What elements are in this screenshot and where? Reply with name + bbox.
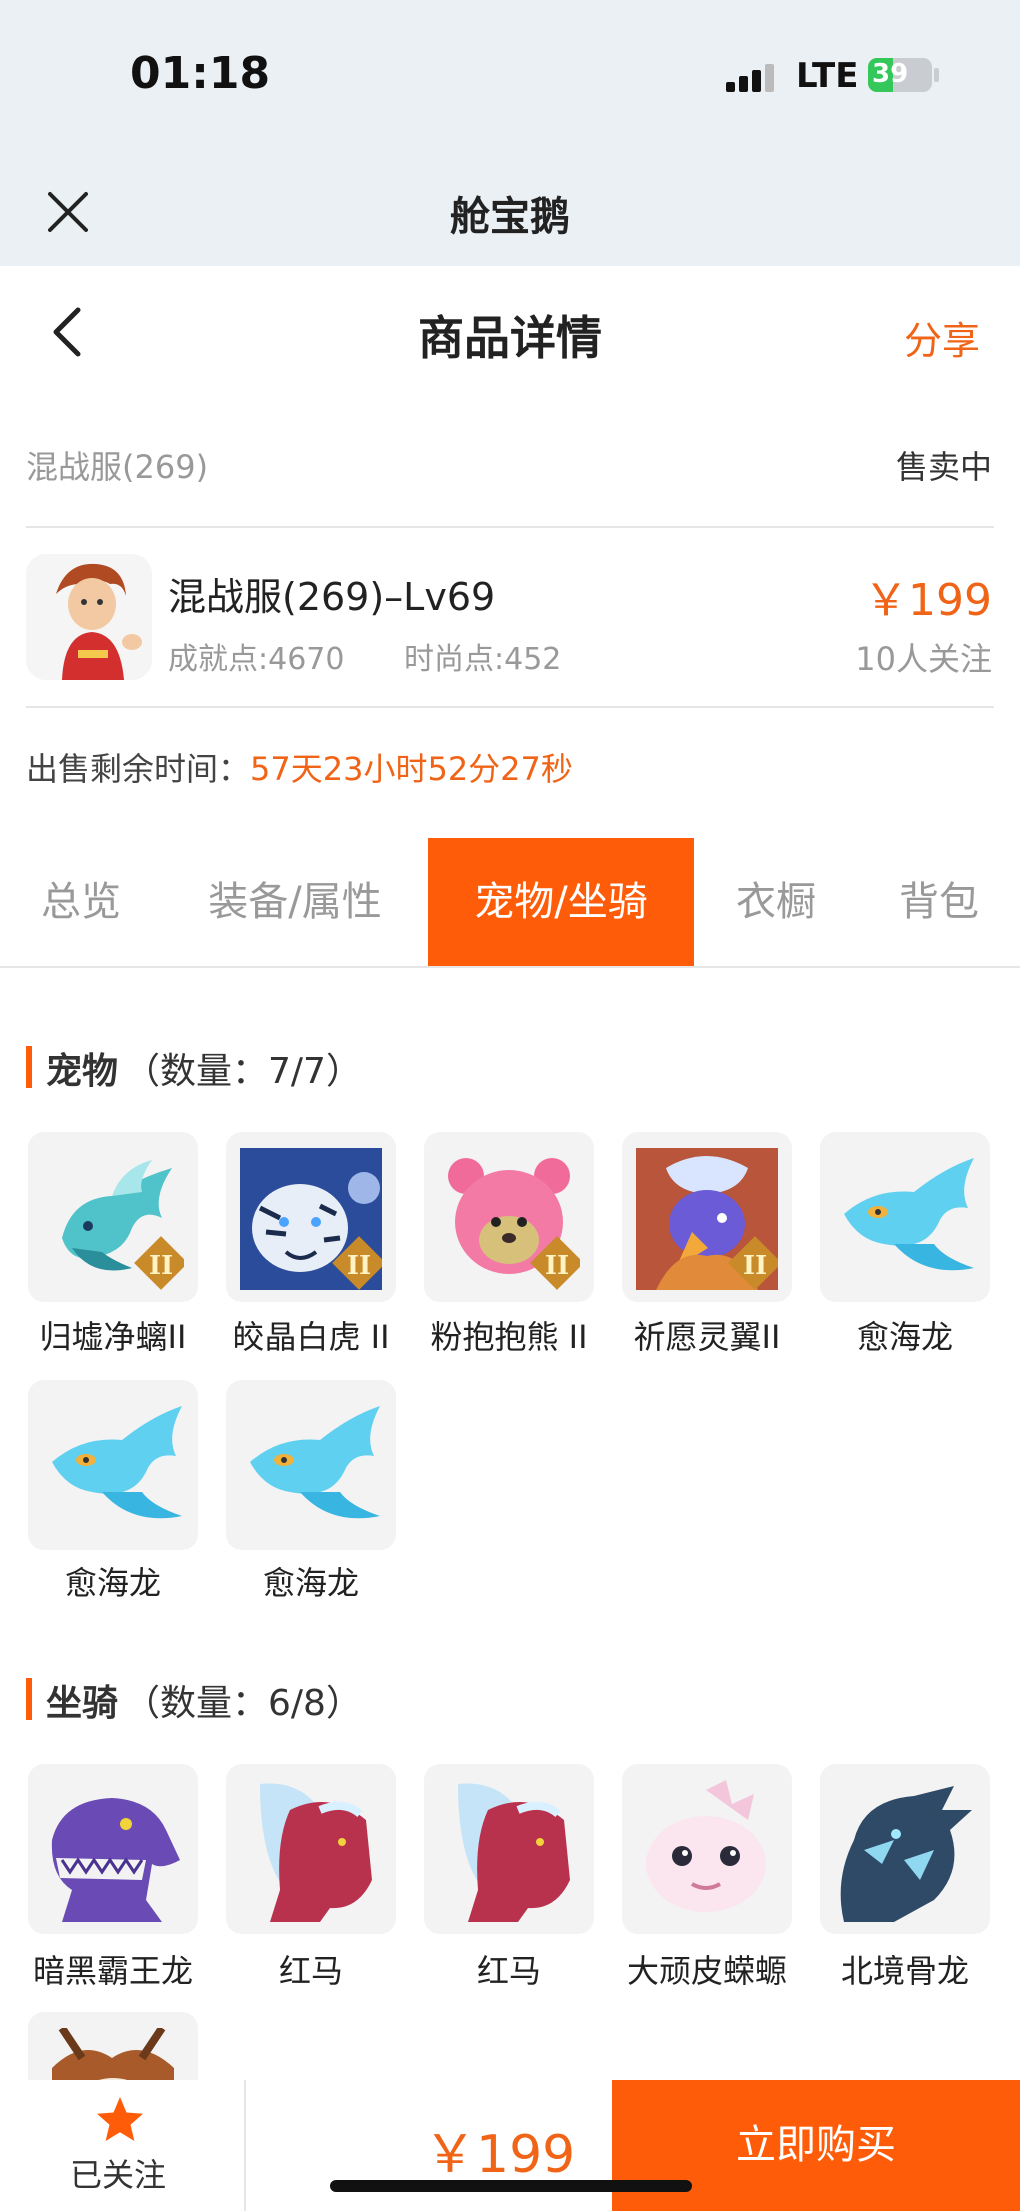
section-accent-bar	[26, 1046, 32, 1088]
sale-status: 售卖中	[895, 448, 992, 486]
follow-button[interactable]: 已关注	[70, 2150, 166, 2196]
status-time: 01:18	[130, 48, 271, 99]
pet-name: 愈海龙	[856, 1318, 953, 1356]
battery-cap	[934, 68, 939, 82]
mount-name: 暗黑霸王龙	[32, 1952, 193, 1990]
signal-icon	[726, 62, 778, 92]
pet-card[interactable]: II	[28, 1132, 198, 1302]
bottom-price: ￥199	[424, 2125, 576, 2185]
server-name: 混战服(269)	[26, 448, 209, 486]
mount-name: 北境骨龙	[840, 1952, 969, 1990]
pet-card[interactable]	[226, 1380, 396, 1550]
pets-count: （数量：7/7）	[124, 1051, 362, 1092]
character-avatar	[26, 554, 152, 680]
mounts-title: 坐骑	[46, 1683, 119, 1724]
achievement-points: 成就点:4670	[168, 642, 345, 677]
remaining-time: 出售剩余时间：57天23小时52分27秒	[26, 744, 573, 790]
pet-card[interactable]	[820, 1132, 990, 1302]
tab-equipment[interactable]: 装备/属性	[162, 838, 428, 966]
star-icon[interactable]	[94, 2094, 146, 2146]
remaining-value: 57天23小时52分27秒	[250, 750, 573, 788]
mounts-count: （数量：6/8）	[124, 1683, 362, 1724]
mount-image	[458, 1783, 570, 1922]
tab-pets-mounts[interactable]: 宠物/坐骑	[428, 838, 694, 966]
pet-image: II	[636, 1148, 778, 1290]
pet-name: 祈愿灵翼II	[633, 1318, 781, 1356]
divider	[26, 706, 994, 708]
divider	[26, 526, 994, 528]
share-button[interactable]: 分享	[904, 310, 980, 365]
pet-card[interactable]: II	[424, 1132, 594, 1302]
pet-name: 愈海龙	[64, 1564, 161, 1602]
item-price: ￥199	[864, 575, 992, 626]
mount-card[interactable]	[424, 1764, 594, 1934]
svg-text:II: II	[545, 1251, 569, 1281]
page-title: 商品详情	[418, 311, 602, 365]
follower-count: 10人关注	[855, 640, 992, 678]
home-indicator[interactable]	[330, 2180, 692, 2192]
mount-card[interactable]	[820, 1764, 990, 1934]
svg-text:II: II	[149, 1251, 173, 1281]
item-name: 混战服(269)–Lv69	[168, 575, 496, 619]
mount-name: 大顽皮蝾螈	[626, 1952, 787, 1990]
pet-name: 归墟净螭II	[39, 1318, 187, 1356]
mount-image	[646, 1780, 766, 1912]
pet-name: 愈海龙	[262, 1564, 359, 1602]
battery-icon: 39	[868, 58, 932, 92]
mount-image	[51, 1798, 181, 1922]
fashion-points: 时尚点:452	[404, 642, 562, 677]
section-accent-bar	[26, 1678, 32, 1720]
svg-text:II: II	[347, 1251, 371, 1281]
mount-image	[260, 1783, 372, 1922]
mount-name: 红马	[278, 1952, 343, 1990]
divider	[244, 2080, 246, 2211]
pet-name: 粉抱抱熊 II	[430, 1318, 588, 1356]
mount-card[interactable]	[622, 1764, 792, 1934]
tab-backpack[interactable]: 背包	[858, 838, 1020, 966]
pet-card[interactable]: II	[622, 1132, 792, 1302]
tab-wardrobe[interactable]: 衣橱	[694, 838, 858, 966]
pet-image	[250, 1406, 380, 1519]
mount-card[interactable]	[226, 1764, 396, 1934]
tab-overview[interactable]: 总览	[0, 838, 162, 966]
pet-image	[844, 1158, 974, 1271]
pet-image: II	[240, 1148, 382, 1290]
pet-card[interactable]	[28, 1380, 198, 1550]
pet-image: II	[62, 1160, 184, 1290]
battery-percent: 39	[872, 59, 909, 89]
pet-name: 皎晶白虎 II	[232, 1318, 390, 1356]
pet-card[interactable]: II	[226, 1132, 396, 1302]
pet-image	[52, 1406, 182, 1519]
tab-bar: 总览 装备/属性 宠物/坐骑 衣橱 背包	[0, 838, 1020, 968]
network-type: LTE	[796, 56, 859, 96]
pet-image: II	[448, 1158, 580, 1290]
mount-card[interactable]	[28, 1764, 198, 1934]
pets-title: 宠物	[46, 1051, 119, 1092]
app-title: 舱宝鹅	[450, 194, 570, 240]
svg-text:II: II	[743, 1251, 767, 1281]
mount-name: 红马	[476, 1952, 541, 1990]
remaining-label: 出售剩余时间：	[26, 750, 251, 788]
mount-image	[840, 1786, 972, 1922]
